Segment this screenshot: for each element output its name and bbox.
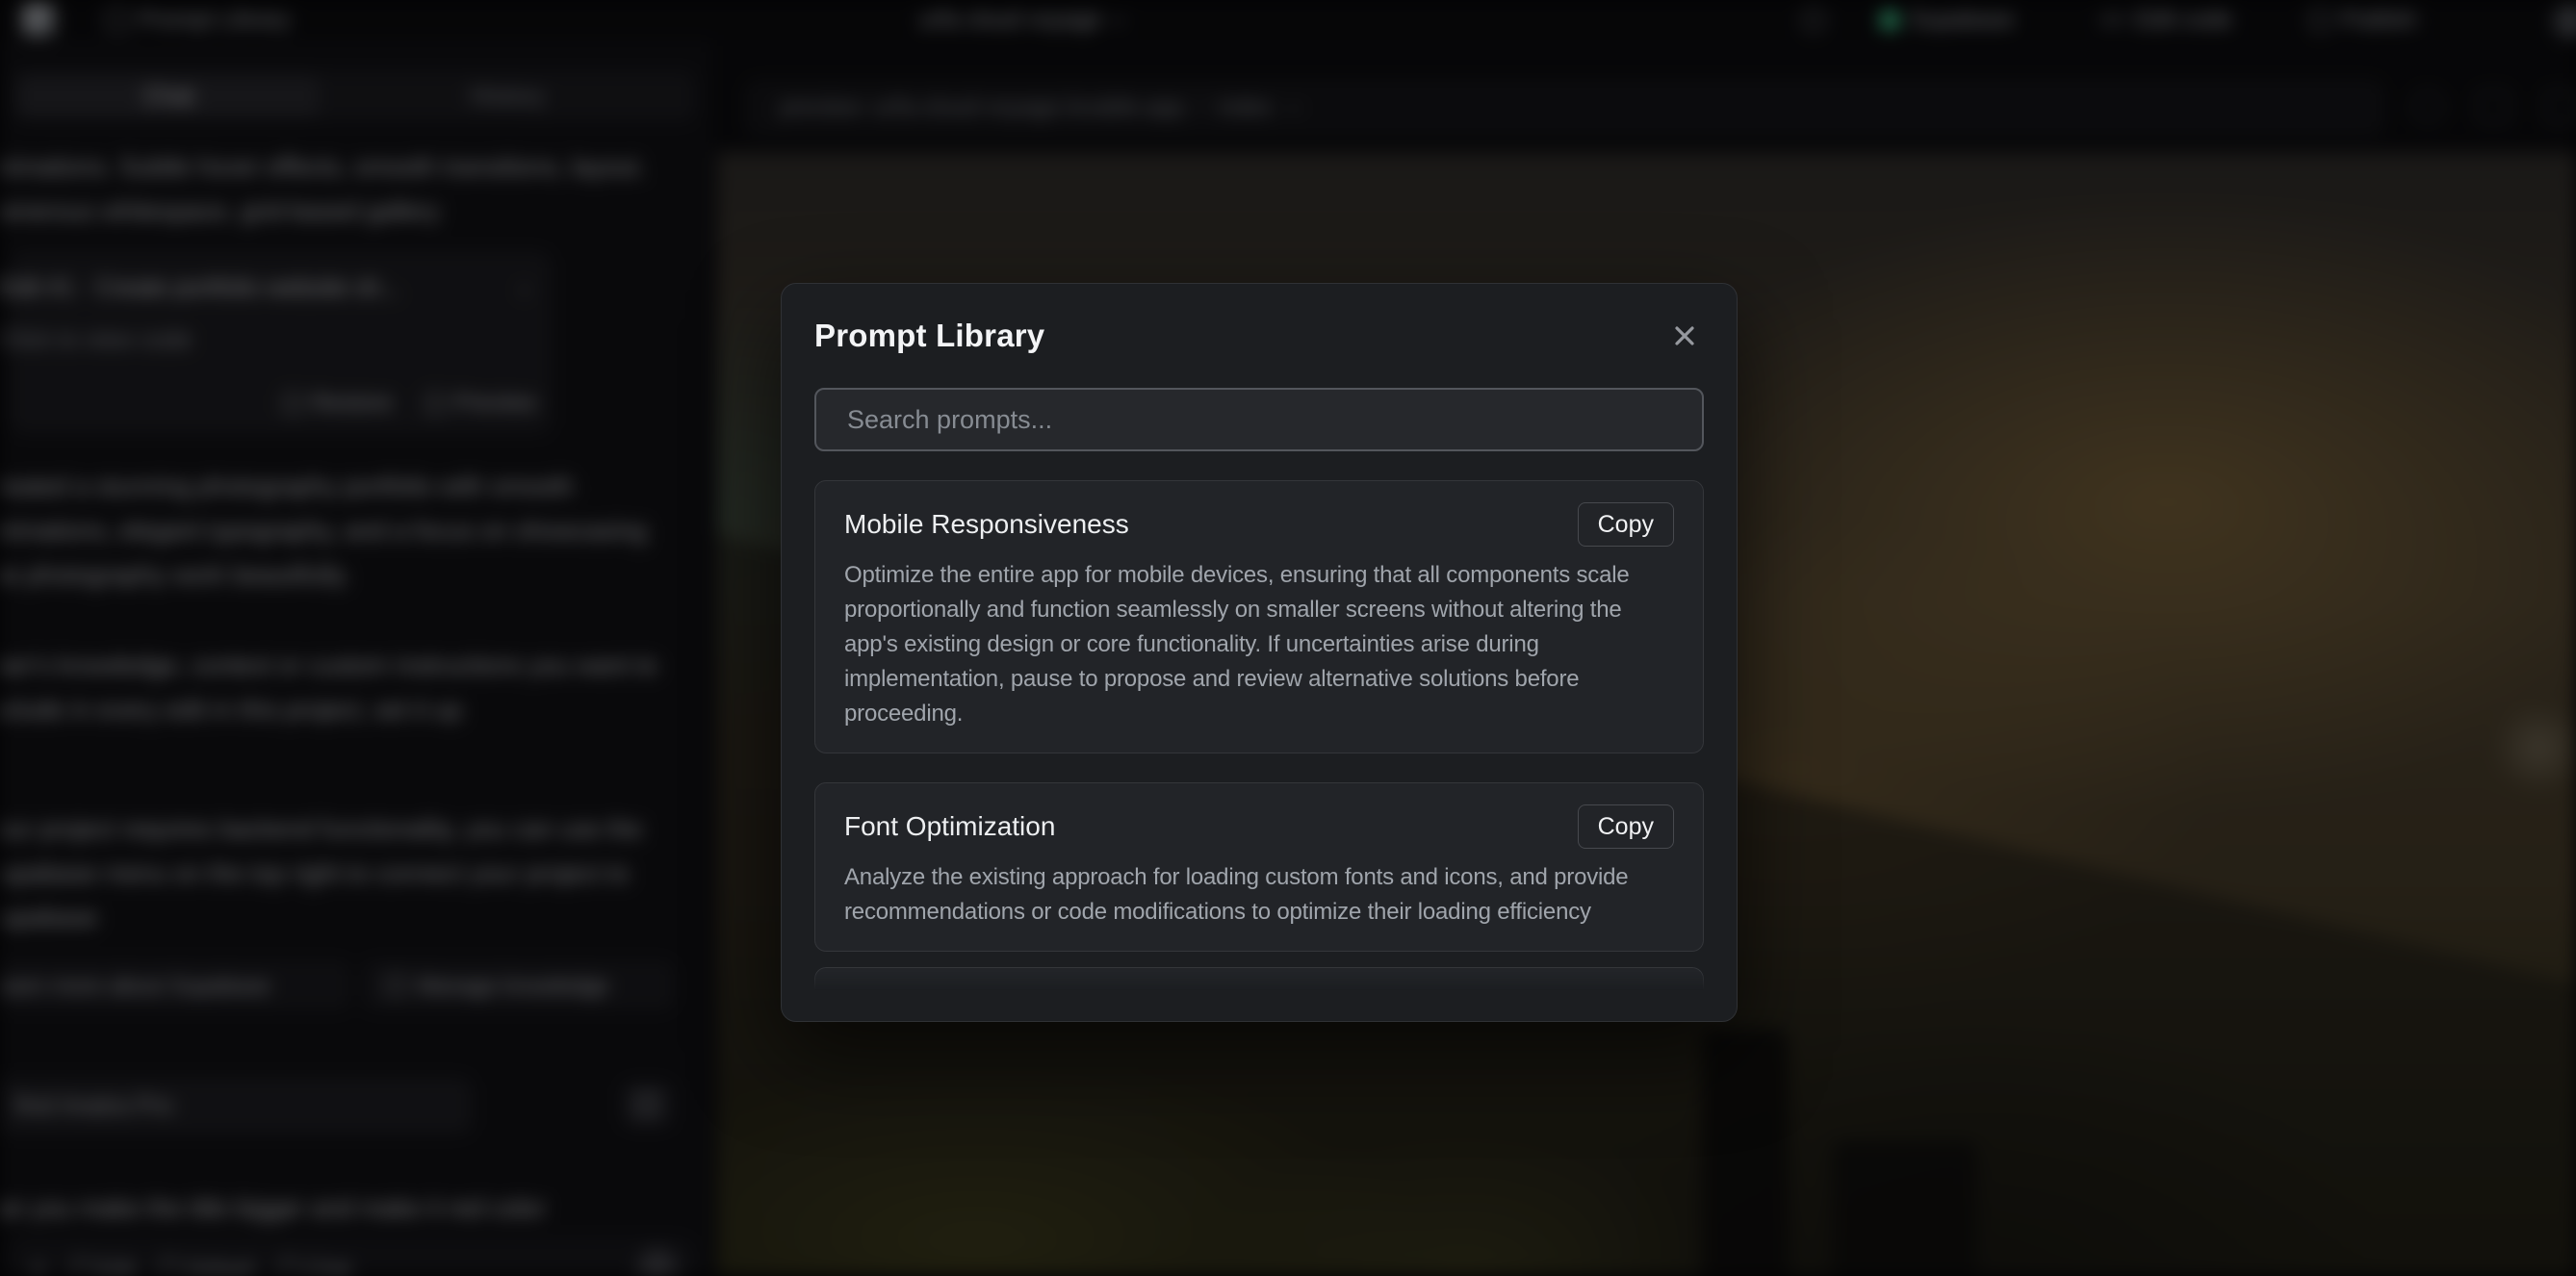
prompt-description: Analyze the existing approach for loadin… xyxy=(844,860,1674,930)
prompt-card: Font Optimization Copy Analyze the exist… xyxy=(814,782,1704,952)
prompt-card-partial xyxy=(814,967,1704,990)
search-input[interactable] xyxy=(814,388,1704,451)
close-icon xyxy=(1671,322,1698,349)
prompt-card: Mobile Responsiveness Copy Optimize the … xyxy=(814,480,1704,753)
copy-button[interactable]: Copy xyxy=(1578,804,1674,849)
close-button[interactable] xyxy=(1665,317,1704,355)
modal-title: Prompt Library xyxy=(814,318,1044,354)
prompt-title: Mobile Responsiveness xyxy=(844,509,1129,540)
prompt-description: Optimize the entire app for mobile devic… xyxy=(844,558,1674,731)
prompt-library-modal: Prompt Library Mobile Responsiveness Cop… xyxy=(781,283,1738,1022)
prompt-title: Font Optimization xyxy=(844,811,1055,842)
copy-button[interactable]: Copy xyxy=(1578,502,1674,547)
app-screen: Prompt Library urfa cloud voyage Supabas… xyxy=(0,0,2576,1276)
